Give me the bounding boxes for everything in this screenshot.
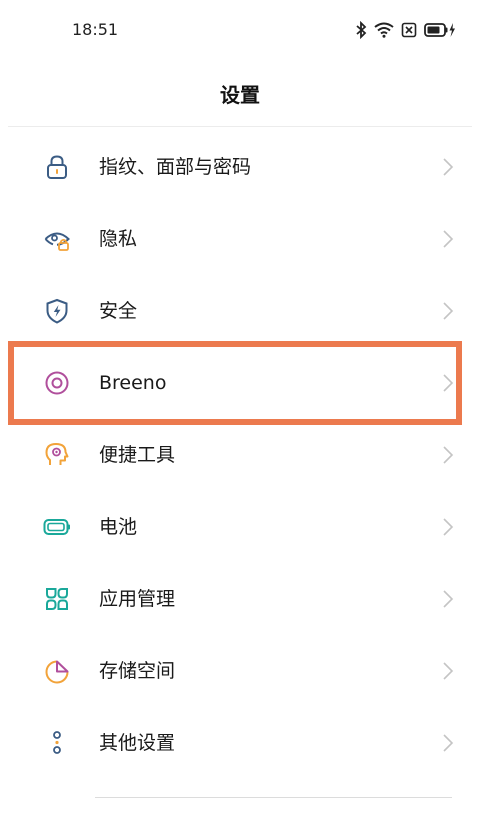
chevron-right-icon — [442, 589, 454, 609]
battery-status-icon — [424, 22, 456, 38]
app-management-icon — [43, 585, 71, 613]
security-shield-icon — [43, 297, 71, 325]
chevron-right-icon — [442, 733, 454, 753]
header-divider — [8, 126, 472, 127]
settings-item-app-management[interactable]: 应用管理 — [0, 563, 480, 635]
chevron-right-icon — [442, 445, 454, 465]
chevron-right-icon — [442, 301, 454, 321]
sim-off-icon — [401, 22, 417, 38]
settings-item-battery[interactable]: 电池 — [0, 491, 480, 563]
settings-item-convenience-tools[interactable]: 便捷工具 — [0, 419, 480, 491]
status-icons — [355, 19, 456, 41]
settings-item-label: 安全 — [99, 300, 138, 322]
chevron-right-icon — [442, 373, 454, 393]
lock-icon — [43, 153, 71, 181]
chevron-right-icon — [442, 661, 454, 681]
chevron-right-icon — [442, 517, 454, 537]
bottom-divider — [95, 797, 452, 798]
breeno-icon — [43, 369, 71, 397]
settings-item-label: 存储空间 — [99, 660, 176, 682]
convenience-tools-icon — [43, 441, 71, 469]
page-header: 设置 — [0, 72, 480, 118]
status-time: 18:51 — [72, 20, 119, 39]
privacy-eye-icon — [43, 225, 71, 253]
storage-icon — [43, 657, 71, 685]
chevron-right-icon — [442, 229, 454, 249]
status-bar: 18:51 — [0, 0, 480, 60]
settings-item-label: 应用管理 — [99, 588, 176, 610]
settings-item-label: 其他设置 — [99, 732, 176, 754]
other-settings-icon — [43, 729, 71, 757]
battery-icon — [43, 513, 71, 541]
settings-item-privacy[interactable]: 隐私 — [0, 203, 480, 275]
settings-list: 指纹、面部与密码 隐私 安全 Breeno 便捷工具 电池 应用管理 存储空间 … — [0, 131, 480, 779]
settings-item-other-settings[interactable]: 其他设置 — [0, 707, 480, 779]
wifi-icon — [374, 22, 394, 38]
settings-item-label: Breeno — [99, 372, 167, 394]
settings-item-label: 便捷工具 — [99, 444, 176, 466]
page-title: 设置 — [220, 83, 260, 107]
settings-item-breeno[interactable]: Breeno — [0, 347, 480, 419]
chevron-right-icon — [442, 157, 454, 177]
bluetooth-icon — [355, 21, 367, 39]
settings-item-storage[interactable]: 存储空间 — [0, 635, 480, 707]
settings-item-fingerprint-face-password[interactable]: 指纹、面部与密码 — [0, 131, 480, 203]
settings-item-label: 隐私 — [99, 228, 138, 250]
settings-item-label: 指纹、面部与密码 — [99, 156, 252, 178]
settings-item-security[interactable]: 安全 — [0, 275, 480, 347]
settings-item-label: 电池 — [99, 516, 138, 538]
